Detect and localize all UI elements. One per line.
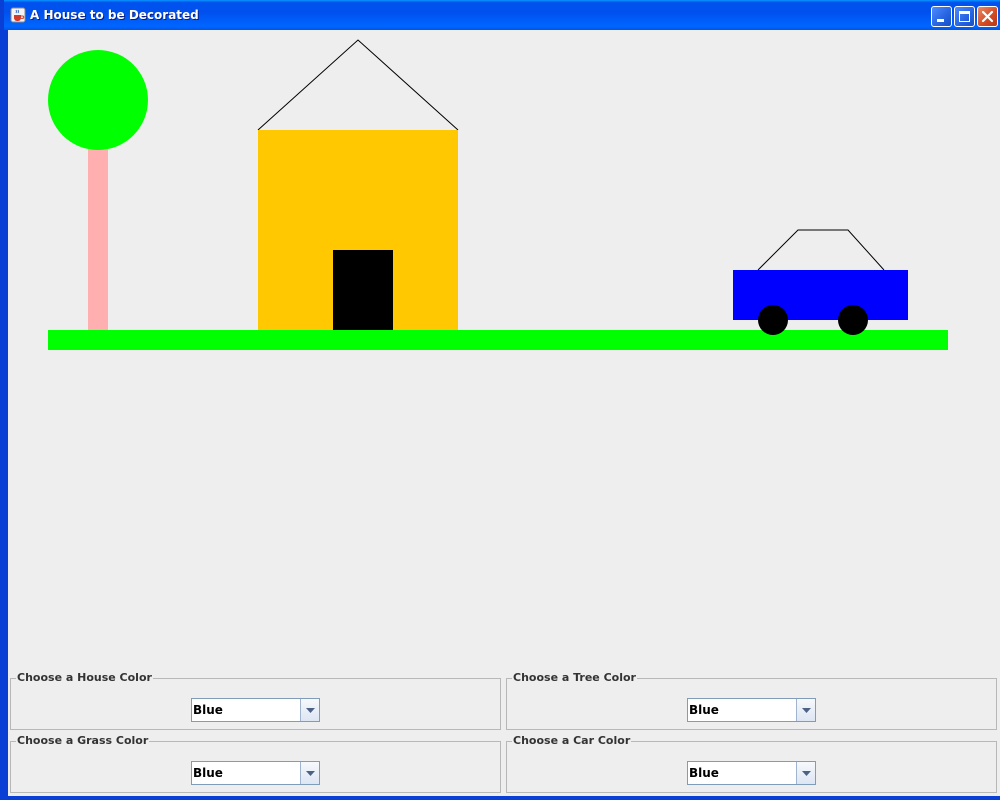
car-cabin — [757, 229, 885, 271]
java-cup-icon — [10, 7, 26, 23]
chevron-down-icon — [306, 771, 315, 776]
grass-strip — [48, 330, 948, 350]
chevron-down-icon — [306, 708, 315, 713]
tree-color-panel: Choose a Tree Color Blue — [506, 671, 997, 730]
maximize-button[interactable] — [954, 6, 975, 27]
grass-color-panel: Choose a Grass Color Blue — [10, 734, 501, 793]
house-roof — [257, 39, 459, 131]
car-color-selected-value: Blue — [689, 766, 719, 780]
house-color-selected-value: Blue — [193, 703, 223, 717]
grass-color-select[interactable]: Blue — [191, 761, 320, 785]
minimize-button[interactable] — [931, 6, 952, 27]
chevron-down-icon — [802, 771, 811, 776]
title-bar[interactable]: A House to be Decorated — [4, 0, 1000, 30]
car-wheel-front — [758, 305, 788, 335]
house-color-panel: Choose a House Color Blue — [10, 671, 501, 730]
tree-color-panel-title: Choose a Tree Color — [512, 671, 637, 685]
car-wheel-rear — [838, 305, 868, 335]
car-color-select[interactable]: Blue — [687, 761, 816, 785]
window-content: Choose a House Color Blue Choose a Tree … — [8, 30, 1000, 796]
house-color-panel-title: Choose a House Color — [16, 671, 153, 685]
tree-color-selected-value: Blue — [689, 703, 719, 717]
house-color-select[interactable]: Blue — [191, 698, 320, 722]
house-color-dropdown-button[interactable] — [300, 699, 319, 721]
tree-canopy — [48, 50, 148, 150]
tree-color-dropdown-button[interactable] — [796, 699, 815, 721]
tree-color-select[interactable]: Blue — [687, 698, 816, 722]
car-color-panel-title: Choose a Car Color — [512, 734, 632, 748]
minimize-icon — [937, 19, 944, 22]
car-body — [733, 270, 908, 320]
house-door — [333, 250, 393, 330]
chevron-down-icon — [802, 708, 811, 713]
tree-trunk — [88, 146, 108, 330]
drawing-canvas — [48, 39, 948, 350]
maximize-icon — [959, 11, 970, 22]
car-color-panel: Choose a Car Color Blue — [506, 734, 997, 793]
app-window: A House to be Decorated Choose a House C… — [0, 0, 1000, 800]
grass-color-dropdown-button[interactable] — [300, 762, 319, 784]
window-title: A House to be Decorated — [30, 8, 199, 22]
close-button[interactable] — [977, 6, 998, 27]
grass-color-panel-title: Choose a Grass Color — [16, 734, 150, 748]
grass-color-selected-value: Blue — [193, 766, 223, 780]
car-color-dropdown-button[interactable] — [796, 762, 815, 784]
close-icon — [981, 10, 994, 23]
